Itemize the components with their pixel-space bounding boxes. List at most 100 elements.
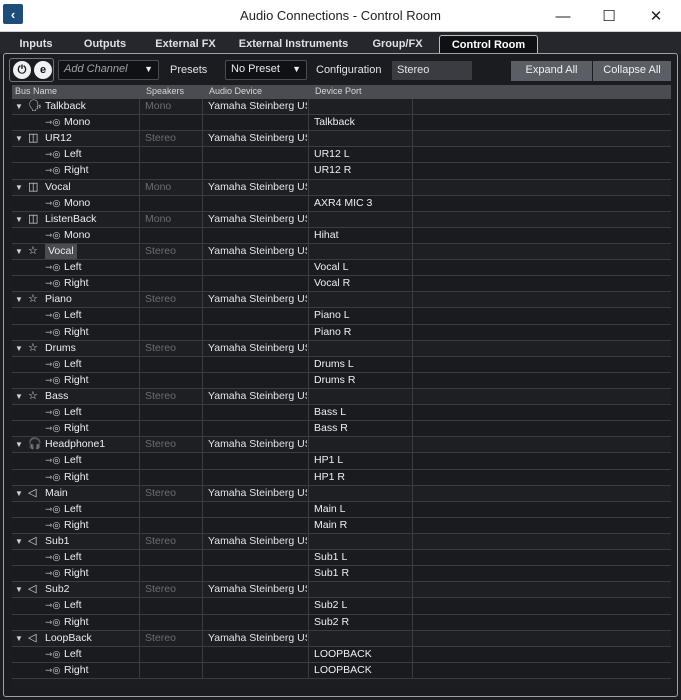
bus-row[interactable]: ▼ ◁ Main StereoYamaha Steinberg USB ASIO (12, 485, 671, 502)
device-port-cell[interactable]: Talkback (308, 115, 412, 131)
close-button[interactable]: ✕ (633, 0, 679, 32)
device-port-cell[interactable]: Drums R (308, 372, 412, 388)
channel-row[interactable]: ⇾◎ Left Bass L (12, 405, 671, 422)
device-port-cell[interactable]: Bass L (308, 405, 412, 421)
device-port-cell[interactable]: HP1 L (308, 453, 412, 469)
bus-name[interactable]: Talkback (45, 99, 86, 114)
bus-row[interactable]: ▼ ◁ Sub2 StereoYamaha Steinberg USB ASIO (12, 582, 671, 599)
audio-device-cell[interactable]: Yamaha Steinberg USB ASIO (202, 131, 307, 147)
expand-triangle-icon[interactable]: ▼ (15, 131, 23, 146)
channel-row[interactable]: ⇾◎ Right Sub1 R (12, 566, 671, 583)
bus-row[interactable]: ▼ ◫ Vocal MonoYamaha Steinberg USB ASIO (12, 179, 671, 196)
bus-name[interactable]: LoopBack (45, 631, 92, 646)
channel-row[interactable]: ⇾◎ Left Vocal L (12, 260, 671, 277)
device-port-cell[interactable]: UR12 R (308, 163, 412, 179)
audio-device-cell[interactable]: Yamaha Steinberg USB ASIO (202, 485, 307, 501)
bus-name-cell[interactable]: ▼ 🗣 Talkback (12, 99, 139, 114)
device-port-cell[interactable]: Hihat (308, 227, 412, 243)
expand-triangle-icon[interactable]: ▼ (15, 582, 23, 597)
device-port-cell[interactable] (308, 243, 412, 260)
device-port-cell[interactable]: Vocal R (308, 276, 412, 292)
device-port-cell[interactable]: Sub1 L (308, 550, 412, 566)
device-port-cell[interactable] (308, 179, 412, 195)
channel-row[interactable]: ⇾◎ Mono Hihat (12, 227, 671, 244)
device-port-cell[interactable] (308, 211, 412, 227)
channel-row[interactable]: ⇾◎ Left Main L (12, 501, 671, 518)
bus-row[interactable]: ▼ 🎧Headphone1 StereoYamaha Steinberg USB A… (12, 437, 671, 454)
bus-name[interactable]: Bass (45, 389, 68, 404)
device-port-cell[interactable] (308, 292, 412, 308)
device-port-cell[interactable]: LOOPBACK (308, 646, 412, 662)
bus-name[interactable]: Main (45, 486, 68, 501)
device-port-cell[interactable]: Sub1 R (308, 566, 412, 582)
audio-device-cell[interactable]: Yamaha Steinberg USB ASIO (202, 388, 307, 405)
device-port-cell[interactable] (308, 340, 412, 356)
device-port-cell[interactable]: HP1 R (308, 469, 412, 485)
channel-row[interactable]: ⇾◎ Right Drums R (12, 372, 671, 389)
audio-device-cell[interactable]: Yamaha Steinberg USB ASIO (202, 582, 307, 598)
bus-name[interactable]: UR12 (45, 131, 72, 146)
channel-row[interactable]: ⇾◎ Left Drums L (12, 356, 671, 373)
bus-name-cell[interactable]: ▼ ☆ Piano (12, 292, 139, 307)
audio-device-cell[interactable]: Yamaha Steinberg USB ASIO (202, 179, 307, 195)
bus-row[interactable]: ▼ ☆ Bass StereoYamaha Steinberg USB ASIO (12, 388, 671, 406)
expand-triangle-icon[interactable]: ▼ (15, 389, 23, 404)
bus-name[interactable]: Sub2 (45, 582, 70, 597)
col-audio-device[interactable]: Audio Device (209, 86, 262, 96)
bus-name-cell[interactable]: ▼ ◁ Sub2 (12, 582, 139, 597)
col-speakers[interactable]: Speakers (146, 86, 184, 96)
device-port-cell[interactable] (308, 485, 412, 501)
device-port-cell[interactable]: Sub2 R (308, 614, 412, 630)
audio-device-cell[interactable]: Yamaha Steinberg USB ASIO (202, 99, 307, 115)
bus-name[interactable]: Vocal (45, 243, 77, 259)
device-port-cell[interactable] (308, 131, 412, 147)
edit-e-button[interactable]: e (34, 61, 52, 79)
device-port-cell[interactable]: Main R (308, 517, 412, 533)
tab-outputs[interactable]: Outputs (75, 38, 135, 54)
tab-control-room[interactable]: Control Room (439, 35, 538, 55)
collapse-all-button[interactable]: Collapse All (593, 61, 671, 81)
bus-name[interactable]: Drums (45, 341, 76, 356)
channel-row[interactable]: ⇾◎ Right Piano R (12, 324, 671, 341)
channel-row[interactable]: ⇾◎ Right UR12 R (12, 163, 671, 180)
bus-row[interactable]: ▼ ◫ UR12 StereoYamaha Steinberg USB ASIO (12, 131, 671, 148)
bus-name[interactable]: ListenBack (45, 212, 96, 227)
audio-device-cell[interactable]: Yamaha Steinberg USB ASIO (202, 340, 307, 356)
channel-row[interactable]: ⇾◎ Right Sub2 R (12, 614, 671, 631)
channel-row[interactable]: ⇾◎ Right HP1 R (12, 469, 671, 486)
bus-row[interactable]: ▼ ◁ Sub1 StereoYamaha Steinberg USB ASIO (12, 533, 671, 551)
preset-dropdown[interactable]: No Preset ▼ (225, 60, 307, 80)
device-port-cell[interactable]: Sub2 L (308, 598, 412, 614)
expand-all-button[interactable]: Expand All (511, 61, 592, 81)
tab-group-fx[interactable]: Group/FX (365, 38, 430, 54)
bus-row[interactable]: ▼ ◁ LoopBack StereoYamaha Steinberg USB ASI… (12, 630, 671, 647)
bus-name[interactable]: Headphone1 (45, 437, 105, 452)
expand-triangle-icon[interactable]: ▼ (15, 180, 23, 195)
channel-row[interactable]: ⇾◎ Right Main R (12, 517, 671, 534)
bus-name-cell[interactable]: ▼ ☆ Bass (12, 389, 139, 404)
bus-name-cell[interactable]: ▼ ☆ Vocal (12, 243, 139, 259)
expand-triangle-icon[interactable]: ▼ (15, 212, 23, 227)
bus-row[interactable]: ▼ ☆ Piano StereoYamaha Steinberg USB ASIO (12, 292, 671, 309)
minimize-button[interactable]: — (540, 0, 586, 32)
audio-device-cell[interactable]: Yamaha Steinberg USB ASIO (202, 211, 307, 227)
bus-name-cell[interactable]: ▼ ◫ Vocal (12, 180, 139, 195)
audio-device-cell[interactable]: Yamaha Steinberg USB ASIO (202, 533, 307, 550)
power-button[interactable]: ⏻ (13, 61, 31, 79)
device-port-cell[interactable]: Vocal L (308, 260, 412, 276)
channel-row[interactable]: ⇾◎ Left LOOPBACK (12, 646, 671, 663)
bus-name[interactable]: Piano (45, 292, 72, 307)
device-port-cell[interactable] (308, 388, 412, 405)
device-port-cell[interactable]: UR12 L (308, 147, 412, 163)
device-port-cell[interactable] (308, 437, 412, 453)
device-port-cell[interactable]: Main L (308, 501, 412, 517)
add-channel-dropdown[interactable]: Add Channel ▼ (58, 60, 159, 80)
col-bus-name[interactable]: Bus Name (15, 86, 57, 96)
expand-triangle-icon[interactable]: ▼ (15, 99, 23, 114)
device-port-cell[interactable] (308, 582, 412, 598)
bus-name-cell[interactable]: ▼ ☆ Drums (12, 341, 139, 356)
audio-device-cell[interactable]: Yamaha Steinberg USB ASIO (202, 630, 307, 646)
bus-name-cell[interactable]: ▼ ◁ Sub1 (12, 534, 139, 549)
device-port-cell[interactable]: Piano R (308, 324, 412, 340)
bus-name-cell[interactable]: ▼ ◁ Main (12, 486, 139, 501)
